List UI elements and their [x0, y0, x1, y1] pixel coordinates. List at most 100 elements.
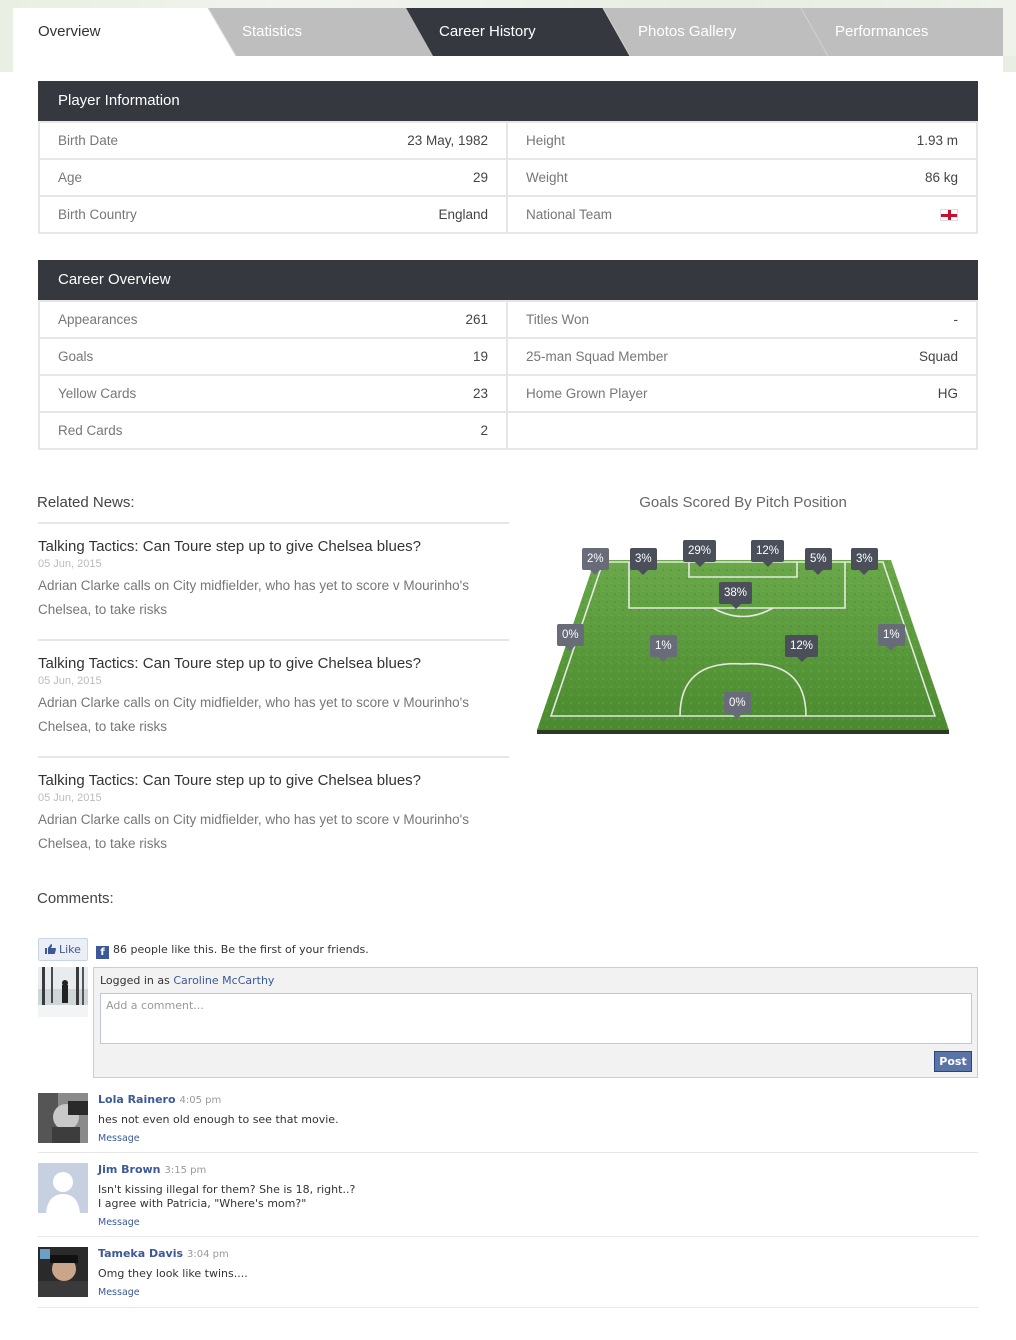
commenter-avatar-image	[38, 1093, 88, 1143]
facebook-like-button[interactable]: Like	[38, 938, 88, 961]
comments-title: Comments:	[37, 890, 114, 907]
info-row: Birth Country England	[40, 195, 508, 232]
tab-statistics[interactable]: Statistics	[242, 8, 302, 56]
comment-item: Lola Rainero 4:05 pm hes not even old eno…	[38, 1093, 978, 1153]
like-button-label: Like	[59, 943, 81, 956]
pitch-zone-label: 0%	[724, 692, 751, 719]
career-row: Home Grown Player HG	[508, 374, 976, 411]
pitch-zone-label: 1%	[650, 635, 677, 662]
comment-author-name[interactable]: Tameka Davis	[98, 1247, 183, 1260]
comment-text: I agree with Patricia, "Where's mom?"	[98, 1197, 307, 1210]
pitch-diagram: 2% 3% 29% 12% 5% 3% 38% 0% 1% 12% 1% 0%	[537, 540, 949, 740]
post-button[interactable]: Post	[934, 1051, 972, 1072]
career-key: Red Cards	[58, 423, 123, 438]
info-value: England	[438, 207, 488, 222]
news-item: Talking Tactics: Can Toure step up to gi…	[38, 522, 509, 639]
comment-input[interactable]: Add a comment...	[100, 993, 972, 1044]
comment-text: Isn't kissing illegal for them? She is 1…	[98, 1183, 356, 1196]
career-row: Goals 19	[40, 337, 508, 374]
news-summary: Adrian Clarke calls on City midfielder, …	[38, 695, 470, 734]
news-title-link[interactable]: Talking Tactics: Can Toure step up to gi…	[38, 538, 509, 555]
news-summary: Adrian Clarke calls on City midfielder, …	[38, 812, 470, 851]
career-row: Appearances 261	[40, 300, 508, 337]
career-key: Yellow Cards	[58, 386, 137, 401]
tab-career-history[interactable]: Career History	[439, 8, 536, 56]
news-title-link[interactable]: Talking Tactics: Can Toure step up to gi…	[38, 655, 509, 672]
commenter-avatar-image	[38, 1247, 88, 1297]
related-news-title: Related News:	[37, 494, 135, 511]
pitch-zone-label: 29%	[683, 540, 717, 567]
comment-author-name[interactable]: Jim Brown	[98, 1163, 161, 1176]
career-overview-title: Career Overview	[38, 260, 978, 300]
comment-author-name[interactable]: Lola Rainero	[98, 1093, 176, 1106]
comment-time: 3:04 pm	[187, 1249, 229, 1260]
tab-performances[interactable]: Performances	[835, 8, 928, 56]
pitch-zone-label: 2%	[582, 548, 609, 575]
comment-message-link[interactable]: Message	[98, 1217, 140, 1228]
player-information-panel: Player Information Birth Date 23 May, 198…	[38, 81, 978, 234]
info-key: Birth Date	[58, 133, 119, 148]
career-value: 261	[465, 312, 488, 327]
info-key: Age	[58, 170, 83, 185]
comment-author: Tameka Davis 3:04 pm	[98, 1247, 229, 1260]
pitch-chart-title: Goals Scored By Pitch Position	[639, 494, 847, 511]
pitch-zone-label: 3%	[630, 548, 657, 575]
info-row: Birth Date 23 May, 1982	[40, 121, 508, 158]
info-key: Height	[526, 133, 566, 148]
career-row: 25-man Squad Member Squad	[508, 337, 976, 374]
avatar	[38, 1163, 88, 1213]
comment-author: Jim Brown 3:15 pm	[98, 1163, 206, 1176]
comment-time: 4:05 pm	[179, 1095, 222, 1106]
player-information-table: Birth Date 23 May, 1982 Height 1.93 m Age 2…	[38, 121, 978, 234]
career-key: Goals	[58, 349, 94, 364]
avatar	[38, 1093, 88, 1143]
current-user-avatar-image	[38, 967, 88, 1017]
career-value: -	[953, 312, 959, 327]
tab-photos-gallery[interactable]: Photos Gallery	[638, 8, 736, 56]
comment-text: hes not even old enough to see that movi…	[98, 1113, 339, 1126]
thumbs-up-icon	[45, 944, 56, 954]
news-item: Talking Tactics: Can Toure step up to gi…	[38, 756, 509, 874]
career-key: Titles Won	[526, 312, 590, 327]
career-row: Yellow Cards 23	[40, 374, 508, 411]
pitch-zone-label: 1%	[878, 624, 905, 651]
news-summary: Adrian Clarke calls on City midfielder, …	[38, 578, 470, 617]
news-date: 05 Jun, 2015	[38, 558, 102, 570]
career-value: Squad	[918, 349, 958, 364]
comment-message-link[interactable]: Message	[98, 1133, 140, 1144]
logged-in-status: Logged in as Caroline McCarthy	[100, 974, 274, 987]
pitch-zone-label: 12%	[751, 540, 785, 567]
tab-overview[interactable]: Overview	[38, 8, 101, 56]
career-row: Titles Won -	[508, 300, 976, 337]
career-key: 25-man Squad Member	[526, 349, 668, 364]
comment-message-link[interactable]: Message	[98, 1287, 140, 1298]
page-top-background-edge	[1003, 56, 1016, 72]
info-row: Weight 86 kg	[508, 158, 976, 195]
comment-text: Omg they look like twins....	[98, 1267, 248, 1280]
like-count-text: f 86 people like this. Be the first of yo…	[96, 943, 369, 959]
comment-item: Jim Brown 3:15 pm Isn't kissing illegal f…	[38, 1163, 978, 1237]
info-key: Birth Country	[58, 207, 137, 222]
info-value: 23 May, 1982	[407, 133, 488, 148]
logged-in-prefix: Logged in as	[100, 974, 170, 987]
default-avatar-image	[38, 1163, 88, 1213]
pitch-zone-label: 38%	[719, 582, 753, 609]
tab-bar: Overview Statistics Career History Photo…	[13, 8, 1003, 56]
career-key: Appearances	[58, 312, 138, 327]
info-row: National Team	[508, 195, 976, 232]
logged-in-user-link[interactable]: Caroline McCarthy	[173, 974, 274, 987]
comment-time: 3:15 pm	[164, 1165, 207, 1176]
comment-item: Tameka Davis 3:04 pm Omg they look like t…	[38, 1247, 978, 1308]
england-flag-icon	[940, 208, 958, 221]
comment-author: Lola Rainero 4:05 pm	[98, 1093, 221, 1106]
news-title-link[interactable]: Talking Tactics: Can Toure step up to gi…	[38, 772, 509, 789]
news-date: 05 Jun, 2015	[38, 675, 102, 687]
avatar	[38, 1247, 88, 1297]
info-value: 29	[472, 170, 488, 185]
pitch-zone-label: 5%	[805, 548, 832, 575]
player-information-title: Player Information	[38, 81, 978, 121]
news-item: Talking Tactics: Can Toure step up to gi…	[38, 639, 509, 756]
info-row: Age 29	[40, 158, 508, 195]
info-row: Height 1.93 m	[508, 121, 976, 158]
info-key: National Team	[526, 207, 613, 222]
